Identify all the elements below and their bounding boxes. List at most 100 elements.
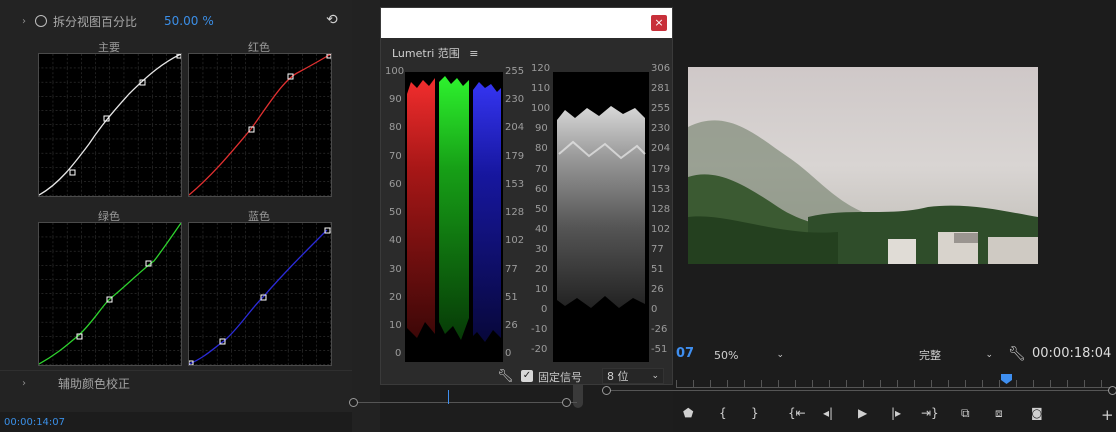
tick: 179 bbox=[651, 164, 671, 175]
zoom-handle-right[interactable] bbox=[1108, 386, 1116, 395]
curve-green[interactable] bbox=[38, 222, 182, 366]
expand-chevron-icon[interactable]: › bbox=[22, 16, 26, 27]
tick: 90 bbox=[389, 94, 402, 105]
add-marker-icon[interactable]: ⬟ bbox=[683, 406, 693, 420]
bitdepth-dropdown[interactable]: 8 位 ⌄ bbox=[602, 368, 664, 384]
split-view-row: › 拆分视图百分比 50.00 % ⟲ bbox=[0, 8, 352, 34]
aux-color-row[interactable]: › 辅助颜色校正 bbox=[0, 370, 352, 395]
tick: 20 bbox=[389, 292, 402, 303]
luma-waveform bbox=[553, 72, 649, 362]
frame-partial: 07 bbox=[676, 346, 695, 361]
tick: 204 bbox=[505, 122, 525, 133]
split-view-unit: % bbox=[202, 14, 214, 28]
step-back-icon[interactable]: ◂| bbox=[823, 406, 833, 420]
tick: 90 bbox=[535, 123, 548, 134]
curve-blue[interactable] bbox=[188, 222, 332, 366]
source-timecode[interactable]: 00:00:14:07 bbox=[4, 417, 65, 428]
waveform-scale-left: 120 110 100 90 80 70 60 50 40 30 20 10 0… bbox=[531, 63, 553, 363]
tick: 0 bbox=[395, 348, 402, 359]
lift-icon[interactable]: ⧉ bbox=[961, 406, 970, 421]
wrench-icon[interactable]: 🔧︎ bbox=[1008, 346, 1026, 362]
tick: 60 bbox=[535, 184, 548, 195]
wrench-icon[interactable]: 🔧︎ bbox=[497, 369, 514, 384]
curve-master[interactable] bbox=[38, 53, 182, 197]
tick: -20 bbox=[531, 344, 548, 355]
tick: 153 bbox=[651, 184, 671, 195]
tick: 153 bbox=[505, 179, 525, 190]
tick: 80 bbox=[389, 122, 402, 133]
tick: 77 bbox=[505, 264, 518, 275]
tick: 128 bbox=[651, 204, 671, 215]
tick: 0 bbox=[505, 348, 512, 359]
play-icon[interactable]: ▶ bbox=[858, 406, 867, 420]
step-forward-icon[interactable]: |▸ bbox=[891, 406, 901, 420]
toggle-circle-icon[interactable] bbox=[35, 15, 47, 27]
tick: 10 bbox=[389, 320, 402, 331]
transport-bar: ⬟ { } {⇤ ◂| ▶ |▸ ⇥} ⧉ ⧈ ◙ + bbox=[683, 406, 1116, 426]
tick: 50 bbox=[535, 204, 548, 215]
tick: 0 bbox=[541, 304, 548, 315]
tick: -26 bbox=[651, 324, 668, 335]
program-timecode[interactable]: 00:00:18:04 bbox=[1032, 346, 1111, 361]
tick: 128 bbox=[505, 207, 525, 218]
aux-label: 辅助颜色校正 bbox=[58, 376, 131, 391]
tick: 50 bbox=[389, 207, 402, 218]
camera-icon[interactable]: ◙ bbox=[1031, 406, 1043, 420]
clamp-label: 固定信号 bbox=[538, 371, 582, 384]
go-to-in-icon[interactable]: {⇤ bbox=[788, 406, 806, 420]
tick: 0 bbox=[651, 304, 658, 315]
quality-dropdown[interactable]: 完整 ⌄ bbox=[915, 346, 997, 364]
window-titlebar[interactable] bbox=[381, 8, 672, 38]
clamp-checkbox[interactable]: ✓ bbox=[521, 370, 533, 382]
tick: 26 bbox=[505, 320, 518, 331]
tick: -51 bbox=[651, 344, 668, 355]
hamburger-icon[interactable]: ≡ bbox=[469, 47, 478, 60]
tick: 230 bbox=[651, 123, 671, 134]
go-to-out-icon[interactable]: ⇥} bbox=[921, 406, 939, 420]
zoom-handle-left[interactable] bbox=[602, 386, 611, 395]
quality-value: 完整 bbox=[919, 349, 941, 362]
bitdepth-value: 8 位 bbox=[607, 370, 629, 383]
curve-red[interactable] bbox=[188, 53, 332, 197]
time-ruler[interactable] bbox=[676, 380, 1116, 388]
tick: 102 bbox=[505, 235, 525, 246]
expand-chevron-icon[interactable]: › bbox=[22, 378, 26, 389]
extract-icon[interactable]: ⧈ bbox=[995, 406, 1003, 421]
chevron-down-icon: ⌄ bbox=[985, 350, 993, 360]
tick: 30 bbox=[535, 244, 548, 255]
tick: 40 bbox=[389, 235, 402, 246]
tick: 51 bbox=[505, 292, 518, 303]
tick: 80 bbox=[535, 143, 548, 154]
zoom-value: 50% bbox=[714, 348, 739, 362]
mark-out-icon[interactable]: } bbox=[751, 406, 759, 420]
zoom-dropdown[interactable]: 50% ⌄ bbox=[710, 346, 788, 364]
tick: 70 bbox=[389, 151, 402, 162]
tick: 110 bbox=[531, 83, 551, 94]
tick: 100 bbox=[385, 66, 405, 77]
tick: 102 bbox=[651, 224, 671, 235]
split-view-label: 拆分视图百分比 bbox=[53, 14, 138, 29]
tick: 255 bbox=[505, 66, 525, 77]
tick: 281 bbox=[651, 83, 671, 94]
lumetri-scopes-window: × Lumetri 范围 ≡ 100 90 80 70 60 50 40 30 … bbox=[380, 7, 673, 385]
mark-in-icon[interactable]: { bbox=[719, 406, 727, 420]
waveform-scale-right: 306 281 255 230 204 179 153 128 102 77 5… bbox=[649, 63, 675, 363]
add-button-icon[interactable]: + bbox=[1101, 406, 1114, 424]
tick: 30 bbox=[389, 264, 402, 275]
zoom-track bbox=[606, 390, 1116, 391]
tick: 26 bbox=[651, 284, 664, 295]
close-button[interactable]: × bbox=[651, 15, 667, 31]
tick: 306 bbox=[651, 63, 671, 74]
tick: 120 bbox=[531, 63, 551, 74]
rgb-parade bbox=[405, 72, 503, 362]
tick: 204 bbox=[651, 143, 671, 154]
zoom-track bbox=[352, 402, 577, 403]
zoom-handle-left[interactable] bbox=[349, 398, 358, 407]
zoom-handle-right[interactable] bbox=[562, 398, 571, 407]
playhead-line bbox=[448, 390, 449, 404]
tick: 179 bbox=[505, 151, 525, 162]
tick: 77 bbox=[651, 244, 664, 255]
tick: 40 bbox=[535, 224, 548, 235]
reset-icon[interactable]: ⟲ bbox=[326, 12, 338, 28]
split-view-value[interactable]: 50.00 bbox=[164, 14, 198, 28]
